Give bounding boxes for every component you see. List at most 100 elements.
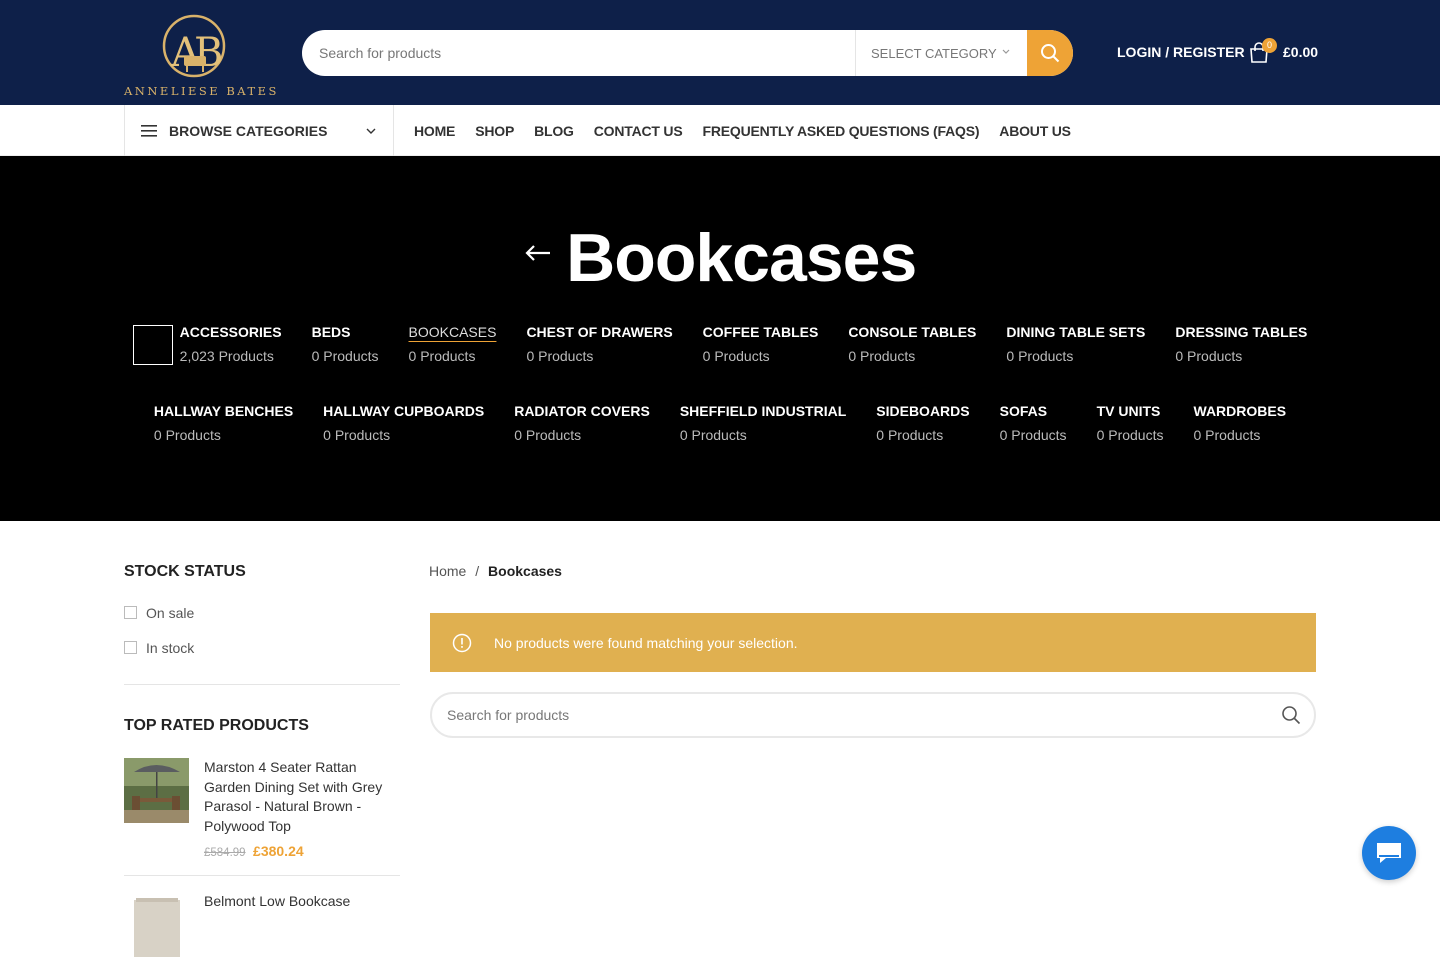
category-name: RADIATOR COVERS <box>514 403 650 419</box>
divider <box>124 684 400 685</box>
category-count: 0 Products <box>408 348 476 364</box>
category-name: HALLWAY CUPBOARDS <box>323 403 485 419</box>
main-nav: HOME SHOP BLOG CONTACT US FREQUENTLY ASK… <box>414 105 1071 156</box>
hamburger-menu-icon <box>141 124 157 137</box>
category-count: 0 Products <box>679 427 747 443</box>
category-name: CONSOLE TABLES <box>848 324 977 340</box>
category-item-bookcases[interactable]: BOOKCASES 0 Products <box>394 323 512 365</box>
category-name: TV UNITS <box>1096 403 1161 419</box>
browse-categories-button[interactable]: BROWSE CATEGORIES <box>124 105 394 156</box>
page-title: Bookcases <box>566 220 917 296</box>
category-name: SOFAS <box>999 403 1048 419</box>
cart-total: £0.00 <box>1283 44 1319 60</box>
search-button[interactable] <box>1027 30 1073 76</box>
category-count: 0 Products <box>999 427 1067 443</box>
svg-text:B: B <box>194 30 223 76</box>
stock-status-title: STOCK STATUS <box>124 563 246 580</box>
cart-count-badge: 0 <box>1262 38 1277 53</box>
site-logo[interactable]: A B ANNELIESE BATES <box>124 6 279 98</box>
category-select[interactable]: SELECT CATEGORY <box>855 30 1027 76</box>
browse-categories-label: BROWSE CATEGORIES <box>169 122 328 139</box>
product-name[interactable]: Belmont Low Bookcase <box>204 892 350 912</box>
nav-shop[interactable]: SHOP <box>475 123 514 139</box>
category-count: 0 Products <box>311 348 379 364</box>
category-name: WARDROBES <box>1193 403 1287 419</box>
chat-button[interactable] <box>1362 826 1416 880</box>
category-item-dressing-tables[interactable]: DRESSING TABLES 0 Products <box>1160 323 1322 365</box>
product-info: Marston 4 Seater Rattan Garden Dining Se… <box>204 758 400 861</box>
filter-label: On sale <box>146 604 195 621</box>
checkbox[interactable] <box>124 606 137 619</box>
category-item-tv-units[interactable]: TV UNITS 0 Products <box>1082 402 1179 444</box>
category-name-active: BOOKCASES <box>408 324 497 340</box>
category-name: DINING TABLE SETS <box>1006 324 1146 340</box>
stock-status-filters: On sale In stock <box>124 595 400 665</box>
category-item-hallway-cupboards[interactable]: HALLWAY CUPBOARDS 0 Products <box>308 402 499 444</box>
product-info: Belmont Low Bookcase <box>204 892 350 957</box>
old-price: £584.99 <box>204 847 246 859</box>
product-search-input[interactable] <box>432 707 1268 723</box>
category-item-beds[interactable]: BEDS 0 Products <box>297 323 394 365</box>
filter-on-sale[interactable]: On sale <box>124 595 400 630</box>
nav-faqs[interactable]: FREQUENTLY ASKED QUESTIONS (FAQS) <box>702 123 979 139</box>
chevron-down-icon <box>1002 49 1010 54</box>
category-thumbnail <box>132 325 173 365</box>
category-name: HALLWAY BENCHES <box>153 403 294 419</box>
product-price: £584.99 £380.24 <box>204 843 400 861</box>
notice-text: No products were found matching your sel… <box>494 634 798 651</box>
top-rated-product[interactable]: Belmont Low Bookcase <box>124 892 400 957</box>
product-search-button[interactable] <box>1268 705 1314 725</box>
nav-home[interactable]: HOME <box>414 123 455 139</box>
no-products-notice: No products were found matching your sel… <box>430 613 1316 672</box>
category-count: 0 Products <box>526 348 594 364</box>
checkbox[interactable] <box>124 641 137 654</box>
cart-button[interactable]: 0 £0.00 <box>1248 38 1319 66</box>
search-input[interactable] <box>302 30 855 76</box>
category-name: CHEST OF DRAWERS <box>526 324 673 340</box>
category-item-console-tables[interactable]: CONSOLE TABLES 0 Products <box>833 323 991 365</box>
category-item-sideboards[interactable]: SIDEBOARDS 0 Products <box>861 402 984 444</box>
category-item-wardrobes[interactable]: WARDROBES 0 Products <box>1179 402 1302 444</box>
back-arrow-icon[interactable] <box>524 244 552 262</box>
category-item-coffee-tables[interactable]: COFFEE TABLES 0 Products <box>688 323 834 365</box>
category-item-dining-table-sets[interactable]: DINING TABLE SETS 0 Products <box>991 323 1160 365</box>
category-item-chest-of-drawers[interactable]: CHEST OF DRAWERS 0 Products <box>511 323 687 365</box>
chevron-down-icon <box>366 128 376 134</box>
login-register-link[interactable]: LOGIN / REGISTER <box>1117 44 1245 60</box>
category-name: SIDEBOARDS <box>876 403 970 419</box>
category-hero: Bookcases ACCESSORIES 2,023 Products BED… <box>0 156 1440 521</box>
category-item-sheffield-industrial[interactable]: SHEFFIELD INDUSTRIAL 0 Products <box>665 402 861 444</box>
nav-blog[interactable]: BLOG <box>534 123 574 139</box>
category-name: COFFEE TABLES <box>702 324 819 340</box>
category-count: 0 Products <box>514 427 582 443</box>
category-item-accessories[interactable]: ACCESSORIES 2,023 Products <box>118 323 297 365</box>
sidebar: STOCK STATUS On sale In stock TOP RATED … <box>124 521 400 957</box>
product-thumbnail[interactable] <box>124 758 189 823</box>
product-name[interactable]: Marston 4 Seater Rattan Garden Dining Se… <box>204 758 400 836</box>
filter-in-stock[interactable]: In stock <box>124 630 400 665</box>
nav-contact-us[interactable]: CONTACT US <box>594 123 683 139</box>
chat-bubble-icon <box>1377 843 1401 863</box>
product-thumbnail[interactable] <box>124 892 189 957</box>
info-circle-icon <box>452 633 472 652</box>
category-count: 2,023 Products <box>179 348 274 364</box>
breadcrumb-home[interactable]: Home <box>429 563 466 579</box>
category-count: 0 Products <box>1193 427 1261 443</box>
category-count: 0 Products <box>1175 348 1243 364</box>
category-item-radiator-covers[interactable]: RADIATOR COVERS 0 Products <box>499 402 665 444</box>
category-count: 0 Products <box>848 348 916 364</box>
category-row-1: ACCESSORIES 2,023 Products BEDS 0 Produc… <box>0 323 1440 365</box>
category-count: 0 Products <box>876 427 944 443</box>
divider <box>124 875 400 876</box>
top-rated-product[interactable]: Marston 4 Seater Rattan Garden Dining Se… <box>124 758 400 861</box>
nav-about-us[interactable]: ABOUT US <box>999 123 1071 139</box>
sale-price: £380.24 <box>253 843 304 859</box>
logo-text: ANNELIESE BATES <box>124 84 279 98</box>
header-nav: BROWSE CATEGORIES HOME SHOP BLOG CONTACT… <box>0 105 1440 156</box>
category-item-hallway-benches[interactable]: HALLWAY BENCHES 0 Products <box>139 402 308 444</box>
search-icon <box>1282 706 1301 725</box>
category-item-sofas[interactable]: SOFAS 0 Products <box>985 402 1082 444</box>
category-count: 0 Products <box>323 427 391 443</box>
top-rated-title: TOP RATED PRODUCTS <box>124 717 309 734</box>
category-name: SHEFFIELD INDUSTRIAL <box>679 403 847 419</box>
